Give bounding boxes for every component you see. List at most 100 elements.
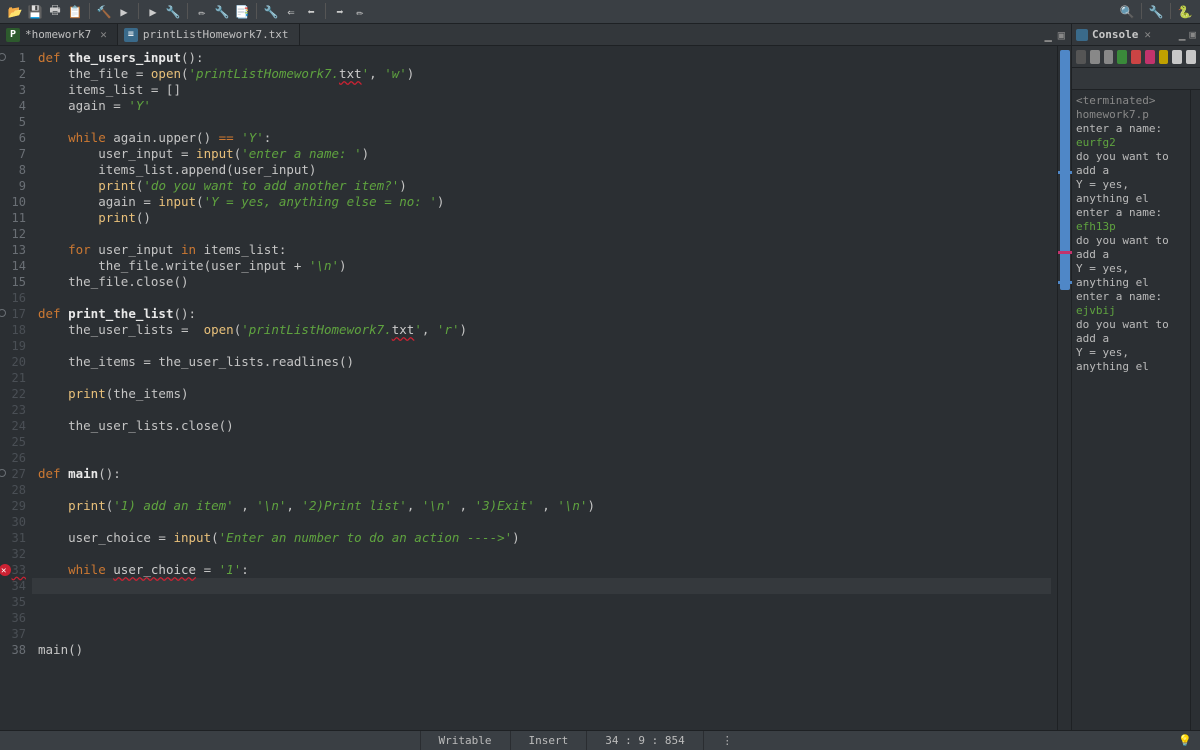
console-terminated-line: <terminated> homework7.p	[1076, 94, 1186, 122]
toolbar-right-button-1[interactable]: 🔧	[1147, 3, 1165, 21]
python-file-icon: P	[6, 28, 20, 42]
console-line: Y = yes, anything el	[1076, 262, 1186, 290]
code-line	[38, 338, 1057, 354]
toolbar-button-13[interactable]: ⬅	[302, 3, 320, 21]
console-tab-bar: Console ✕ ▁ ▣	[1072, 24, 1200, 46]
code-line: the_file.write(user_input + '\n')	[38, 258, 1057, 274]
console-tb1-icon-4[interactable]	[1131, 50, 1141, 64]
toolbar-button-10[interactable]: 📑	[233, 3, 251, 21]
console-tb1-icon-0[interactable]	[1076, 50, 1086, 64]
toolbar-button-4[interactable]: 🔨	[95, 3, 113, 21]
line-number: 21	[0, 370, 26, 386]
line-gutter: 1234567891011121314151617181920212223242…	[0, 46, 32, 730]
toolbar-button-0[interactable]: 📂	[6, 3, 24, 21]
toolbar-right-button-0[interactable]: 🔍	[1118, 3, 1136, 21]
toolbar-button-6[interactable]: ▶	[144, 3, 162, 21]
console-tb1-icon-5[interactable]	[1145, 50, 1155, 64]
line-number: 9	[0, 178, 26, 194]
line-number: 35	[0, 594, 26, 610]
line-number: 2	[0, 66, 26, 82]
toolbar-button-8[interactable]: ✏	[193, 3, 211, 21]
editor-tab-1[interactable]: ≡ printListHomework7.txt	[118, 24, 300, 45]
fold-icon[interactable]	[0, 469, 6, 477]
text-file-icon: ≡	[124, 28, 138, 42]
console-scrollbar[interactable]	[1190, 90, 1200, 730]
console-tb1-icon-8[interactable]	[1186, 50, 1196, 64]
toolbar-button-3[interactable]: 📋	[66, 3, 84, 21]
code-area[interactable]: def the_users_input(): the_file = open('…	[32, 46, 1057, 730]
console-line: do you want to add a	[1076, 318, 1186, 346]
console-tb1-icon-6[interactable]	[1159, 50, 1169, 64]
console-line: Y = yes, anything el	[1076, 346, 1186, 374]
line-number: 7	[0, 146, 26, 162]
code-line	[38, 482, 1057, 498]
line-number: 15	[0, 274, 26, 290]
editor-tab-bar: P *homework7 ✕ ≡ printListHomework7.txt ▁ ▣	[0, 24, 1071, 46]
app-root: 📂💾🖶📋🔨▶▶🔧✏🔧📑🔧⇐⬅➡✏ 🔍🔧🐍 P*homework7✕≡printL…	[0, 0, 1200, 750]
code-line	[38, 594, 1057, 610]
line-number: 25	[0, 434, 26, 450]
code-line: while user_choice = '1':	[38, 562, 1057, 578]
console-max-icon[interactable]: ▣	[1189, 28, 1196, 41]
console-output[interactable]: <terminated> homework7.penter a name: eu…	[1072, 90, 1190, 730]
console-tb1-icon-1[interactable]	[1090, 50, 1100, 64]
line-number: 37	[0, 626, 26, 642]
code-line: the_items = the_user_lists.readlines()	[38, 354, 1057, 370]
console-min-icon[interactable]: ▁	[1179, 28, 1186, 41]
status-menu-icon[interactable]: ⋮	[703, 731, 751, 750]
maximize-icon[interactable]: ▣	[1058, 28, 1065, 42]
console-panel: Console ✕ ▁ ▣ <terminated> homework7.pen…	[1072, 24, 1200, 730]
line-number: 6	[0, 130, 26, 146]
toolbar-button-1[interactable]: 💾	[26, 3, 44, 21]
close-icon[interactable]: ✕	[1144, 28, 1151, 41]
editor-area: P*homework7✕≡printListHomework7.txt ▁ ▣ …	[0, 24, 1072, 730]
line-number: 13	[0, 242, 26, 258]
fold-icon[interactable]	[0, 53, 6, 61]
code-line: the_file.close()	[38, 274, 1057, 290]
line-number: 20	[0, 354, 26, 370]
toolbar-button-7[interactable]: 🔧	[164, 3, 182, 21]
code-line: print('1) add an item' , '\n', '2)Print …	[38, 498, 1057, 514]
code-line: print('do you want to add another item?'…	[38, 178, 1057, 194]
code-line: the_file = open('printListHomework7.txt'…	[38, 66, 1057, 82]
toolbar-button-12[interactable]: ⇐	[282, 3, 300, 21]
status-insert: Insert	[510, 731, 587, 750]
line-number: 10	[0, 194, 26, 210]
toolbar-button-14[interactable]: ➡	[331, 3, 349, 21]
toolbar-button-9[interactable]: 🔧	[213, 3, 231, 21]
status-position: 34 : 9 : 854	[586, 731, 702, 750]
fold-icon[interactable]	[0, 309, 6, 317]
code-line	[38, 402, 1057, 418]
editor-tab-0[interactable]: P *homework7 ✕	[0, 24, 118, 45]
toolbar-right-button-2[interactable]: 🐍	[1176, 3, 1194, 21]
toolbar-button-11[interactable]: 🔧	[262, 3, 280, 21]
code-line	[38, 114, 1057, 130]
line-number: 1	[0, 50, 26, 66]
line-number: 16	[0, 290, 26, 306]
tab-label: printListHomework7.txt	[143, 28, 289, 41]
console-line: enter a name: eurfg2	[1076, 122, 1186, 150]
line-number: 23	[0, 402, 26, 418]
line-number: 4	[0, 98, 26, 114]
line-number: 30	[0, 514, 26, 530]
code-line	[38, 610, 1057, 626]
code-line: print(the_items)	[38, 386, 1057, 402]
console-icon	[1076, 29, 1088, 41]
tab-close-icon[interactable]: ✕	[100, 28, 107, 41]
code-line: the_user_lists.close()	[38, 418, 1057, 434]
line-number: 36	[0, 610, 26, 626]
lightbulb-icon[interactable]: 💡	[1170, 734, 1200, 747]
code-line	[32, 578, 1051, 594]
console-tb1-icon-7[interactable]	[1172, 50, 1182, 64]
tab-label: *homework7	[25, 28, 91, 41]
code-line	[38, 370, 1057, 386]
editor-body: 1234567891011121314151617181920212223242…	[0, 46, 1071, 730]
toolbar-button-2[interactable]: 🖶	[46, 3, 64, 21]
toolbar-button-15[interactable]: ✏	[351, 3, 369, 21]
console-tb1-icon-2[interactable]	[1104, 50, 1114, 64]
editor-scrollbar[interactable]	[1057, 46, 1071, 730]
minimize-icon[interactable]: ▁	[1045, 28, 1052, 42]
toolbar-button-5[interactable]: ▶	[115, 3, 133, 21]
line-number: 33	[0, 562, 26, 578]
console-tb1-icon-3[interactable]	[1117, 50, 1127, 64]
